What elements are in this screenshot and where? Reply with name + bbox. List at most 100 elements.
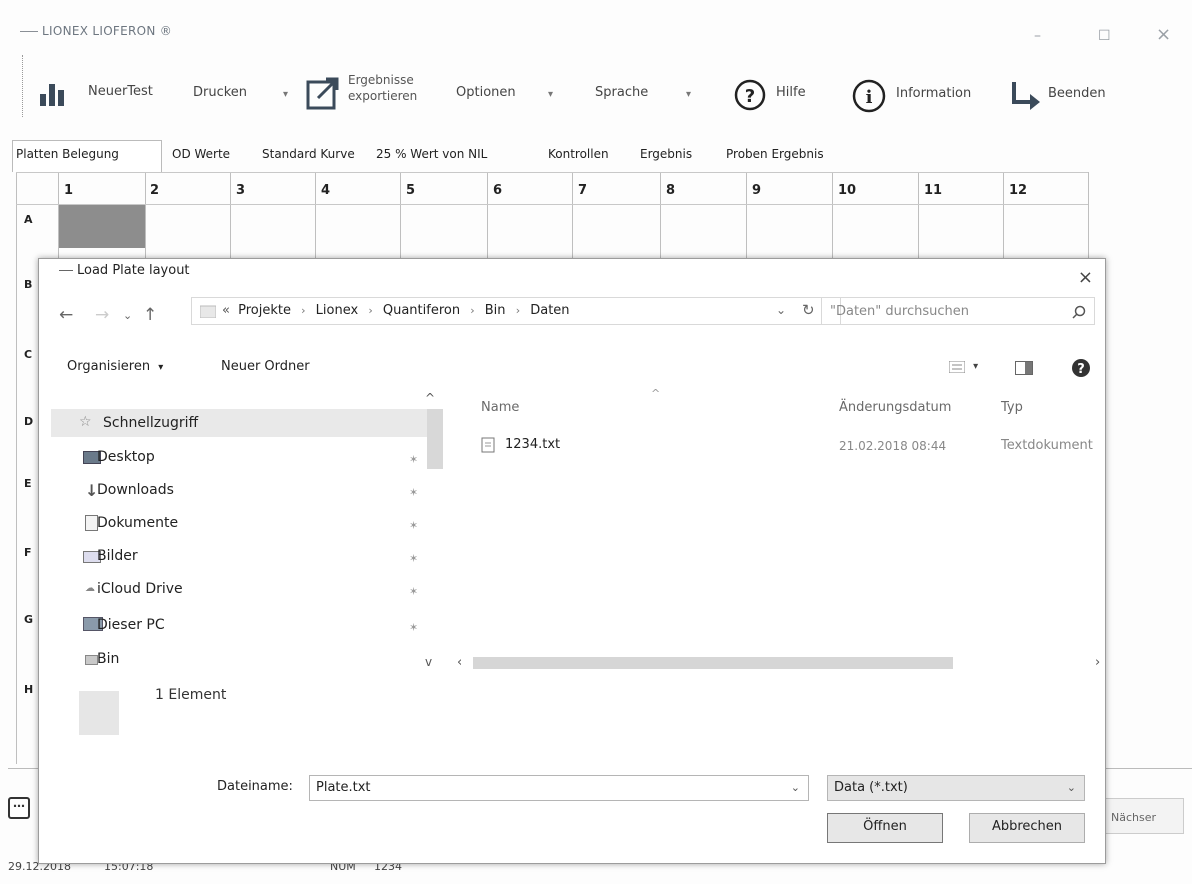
help-button[interactable]: ? Hilfe xyxy=(734,79,806,115)
view-options-button[interactable]: ▾ xyxy=(948,360,979,377)
print-dropdown-arrow[interactable]: ▾ xyxy=(283,89,288,100)
selected-well-a1[interactable] xyxy=(59,204,145,248)
view-list-icon xyxy=(948,360,966,374)
nav-scroll-down-icon[interactable]: v xyxy=(425,655,432,669)
maximize-button[interactable]: ☐ xyxy=(1098,28,1111,44)
breadcrumb-lionex[interactable]: Lionex xyxy=(316,303,359,318)
cancel-button[interactable]: Abbrechen xyxy=(969,813,1085,843)
pin-icon: ✶ xyxy=(409,453,419,466)
new-folder-button[interactable]: Neuer Ordner xyxy=(221,359,310,374)
back-arrow-icon[interactable]: ← xyxy=(59,305,73,325)
filename-dropdown-icon[interactable]: ⌄ xyxy=(791,776,800,800)
column-header-5: 5 xyxy=(406,183,416,198)
options-button[interactable]: Optionen xyxy=(456,85,516,100)
search-input[interactable]: "Daten" durchsuchen xyxy=(821,297,1095,325)
help-circle-icon[interactable]: ? xyxy=(1071,358,1091,378)
column-header-6: 6 xyxy=(493,183,503,198)
scroll-right-icon[interactable]: › xyxy=(1095,655,1100,670)
options-dropdown-arrow[interactable]: ▾ xyxy=(548,89,553,100)
folder-location-icon xyxy=(200,305,216,318)
column-type-header[interactable]: Typ xyxy=(1001,400,1023,415)
view-dropdown-icon: ▾ xyxy=(973,361,979,372)
organize-button[interactable]: Organisieren ▾ xyxy=(67,359,163,374)
file-type-filter[interactable]: Data (*.txt) ⌄ xyxy=(827,775,1085,801)
dialog-close-button[interactable]: × xyxy=(1078,267,1093,288)
address-dropdown-icon[interactable]: ⌄ xyxy=(776,303,786,317)
breadcrumb-projekte[interactable]: Projekte xyxy=(238,303,291,318)
language-button[interactable]: Sprache xyxy=(595,85,648,100)
language-dropdown-arrow[interactable]: ▾ xyxy=(686,89,691,100)
information-label: Information xyxy=(896,86,972,101)
preview-pane-icon[interactable] xyxy=(1015,361,1033,375)
row-header-a: A xyxy=(24,213,33,226)
nav-item-desktop[interactable]: Desktop xyxy=(97,449,155,465)
nav-item-icloud-drive[interactable]: iCloud Drive xyxy=(97,581,183,597)
organize-label: Organisieren xyxy=(67,359,151,374)
new-test-button[interactable]: NeuerTest xyxy=(40,80,153,110)
tab-controls[interactable]: Kontrollen xyxy=(548,147,609,161)
tab-result[interactable]: Ergebnis xyxy=(640,147,692,161)
row-header-d: D xyxy=(24,415,34,428)
organize-dropdown-icon: ▾ xyxy=(158,362,164,373)
search-placeholder: "Daten" durchsuchen xyxy=(830,304,969,319)
row-header-g: G xyxy=(24,613,34,626)
info-icon: i xyxy=(852,79,886,113)
pin-icon: ✶ xyxy=(409,519,419,532)
export-label-line1: Ergebnisse xyxy=(348,73,414,87)
breadcrumb-overflow[interactable]: « xyxy=(222,303,230,318)
nav-item-bin[interactable]: Bin xyxy=(97,651,119,667)
next-button[interactable]: Nächser xyxy=(1104,798,1184,834)
file-date: 21.02.2018 08:44 xyxy=(839,439,947,453)
exit-button[interactable]: Beenden xyxy=(1010,80,1106,114)
tab-od-values[interactable]: OD Werte xyxy=(172,147,230,161)
column-header-2: 2 xyxy=(150,183,160,198)
up-arrow-icon[interactable]: ↑ xyxy=(143,305,157,325)
column-name-header[interactable]: Name xyxy=(481,400,519,415)
breadcrumb-quantiferon[interactable]: Quantiferon xyxy=(383,303,460,318)
filename-value: Plate.txt xyxy=(316,780,371,795)
filename-input[interactable]: Plate.txt ⌄ xyxy=(309,775,809,801)
file-type: Textdokument xyxy=(1001,438,1093,453)
text-file-icon xyxy=(481,437,495,453)
column-date-header[interactable]: Änderungsdatum xyxy=(839,400,951,415)
exit-arrow-icon xyxy=(1012,82,1040,110)
breadcrumb-bin[interactable]: Bin xyxy=(485,303,506,318)
refresh-icon[interactable]: ↻ xyxy=(802,301,815,319)
file-row[interactable]: 1234.txt 21.02.2018 08:44 Textdokument xyxy=(475,435,1105,457)
tab-sample-result[interactable]: Proben Ergebnis xyxy=(726,147,824,161)
information-button[interactable]: i Information xyxy=(852,79,971,117)
horizontal-scrollbar-thumb[interactable] xyxy=(473,657,953,669)
print-button[interactable]: Drucken xyxy=(193,85,247,100)
column-header-12: 12 xyxy=(1009,183,1028,198)
nav-scroll-up-icon[interactable]: ^ xyxy=(425,391,435,405)
forward-arrow-icon[interactable]: → xyxy=(95,305,109,325)
file-preview-thumbnail xyxy=(79,691,119,735)
tab-plate-layout[interactable]: Platten Belegung xyxy=(16,147,119,161)
export-label-line2: exportieren xyxy=(348,89,418,103)
search-icon[interactable] xyxy=(1072,305,1086,319)
nav-scrollbar-thumb[interactable] xyxy=(427,409,443,469)
open-button[interactable]: Öffnen xyxy=(827,813,943,843)
new-test-label: NeuerTest xyxy=(88,84,153,99)
file-type-filter-value: Data (*.txt) xyxy=(834,780,908,795)
nav-item-pictures[interactable]: Bilder xyxy=(97,548,138,564)
sort-ascending-icon: ^ xyxy=(651,387,661,400)
breadcrumb-daten[interactable]: Daten xyxy=(530,303,569,318)
scroll-left-icon[interactable]: ‹ xyxy=(457,655,462,670)
minimize-button[interactable]: – xyxy=(1034,28,1041,44)
address-bar[interactable]: « Projekte › Lionex › Quantiferon › Bin … xyxy=(191,297,841,325)
nav-item-downloads[interactable]: Downloads xyxy=(97,482,174,498)
close-window-button[interactable]: × xyxy=(1156,24,1171,45)
nav-item-quick-access[interactable]: Schnellzugriff xyxy=(103,415,198,431)
nav-item-documents[interactable]: Dokumente xyxy=(97,515,178,531)
column-header-9: 9 xyxy=(752,183,762,198)
export-results-button[interactable]: Ergebnisse exportieren xyxy=(306,73,417,114)
recent-locations-chevron-icon[interactable]: ⌄ xyxy=(123,309,132,322)
tab-standard-curve[interactable]: Standard Kurve xyxy=(262,147,355,161)
export-icon xyxy=(306,77,339,110)
filename-label: Dateiname: xyxy=(217,779,293,794)
item-count: 1 Element xyxy=(155,687,227,703)
tab-nil-value[interactable]: 25 % Wert von NIL xyxy=(376,147,487,161)
more-options-icon[interactable]: ⋯ xyxy=(8,797,30,819)
nav-item-this-pc[interactable]: Dieser PC xyxy=(97,617,165,633)
